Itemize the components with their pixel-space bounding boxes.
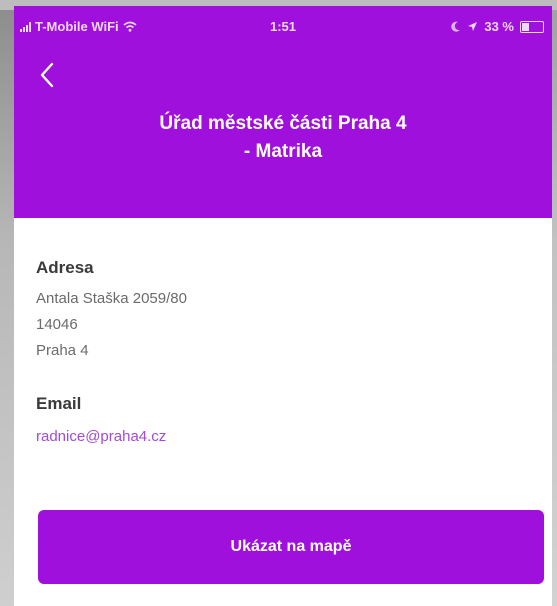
header-bar: T-Mobile WiFi 1:51 33 % Úřad městské čás…: [14, 6, 552, 218]
battery-icon: [520, 20, 544, 33]
email-label: Email: [36, 394, 82, 413]
address-city: Praha 4: [36, 342, 89, 359]
location-arrow-icon: [468, 22, 478, 31]
phone-screen: T-Mobile WiFi 1:51 33 % Úřad městské čás…: [14, 6, 552, 606]
back-button[interactable]: [36, 60, 60, 90]
address-postcode: 14046: [36, 316, 78, 333]
status-left: T-Mobile WiFi: [20, 19, 137, 34]
address-label: Adresa: [36, 258, 94, 277]
wifi-icon: [123, 21, 137, 32]
chevron-left-icon: [40, 62, 54, 88]
carrier-label: T-Mobile WiFi: [35, 19, 119, 34]
moon-icon: [451, 21, 461, 32]
page-title: Úřad městské části Praha 4 - Matrika: [14, 110, 552, 166]
email-link[interactable]: radnice@praha4.cz: [36, 424, 536, 450]
signal-icon: [20, 21, 31, 32]
show-on-map-button[interactable]: Ukázat na mapě: [38, 510, 544, 584]
detail-content: Adresa Antala Staška 2059/80 14046 Praha…: [36, 258, 536, 450]
status-right: 33 %: [451, 19, 544, 34]
clock: 1:51: [270, 19, 297, 34]
page-title-line1: Úřad městské části Praha 4: [159, 113, 407, 134]
battery-percent: 33 %: [484, 19, 514, 34]
page-title-line2: - Matrika: [243, 141, 323, 162]
status-bar: T-Mobile WiFi 1:51 33 %: [14, 6, 552, 42]
address-street: Antala Staška 2059/80: [36, 290, 187, 307]
